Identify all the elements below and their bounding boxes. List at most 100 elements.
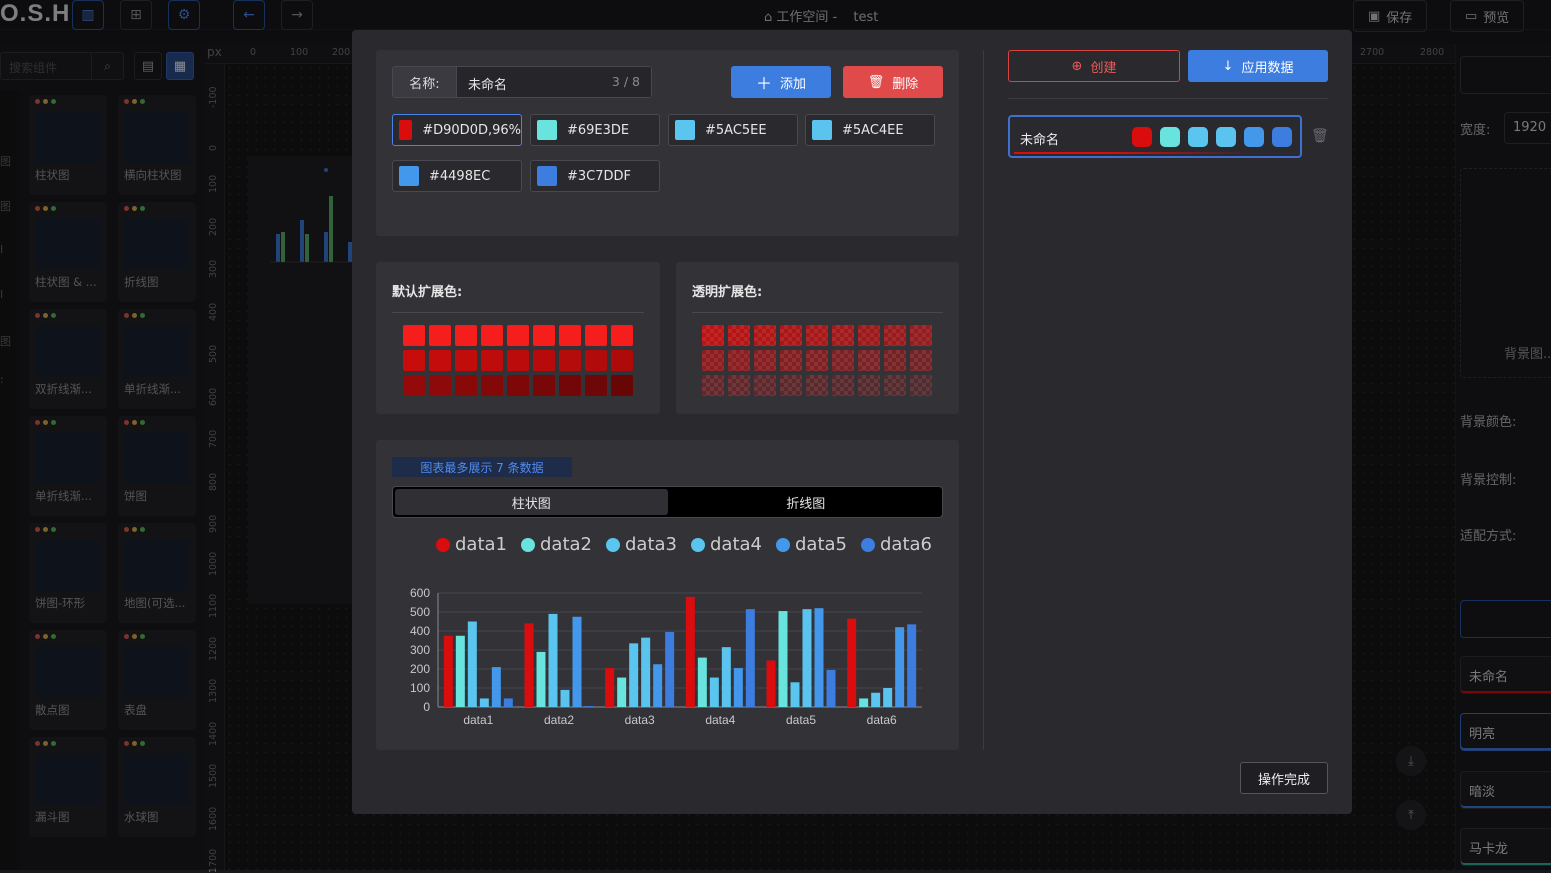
legend-item[interactable]: data3: [606, 534, 677, 555]
bar-data1-data2[interactable]: [524, 623, 534, 707]
theme-name-field[interactable]: 名称: 未命名 3 / 8: [392, 66, 652, 98]
ext-color-swatch: [403, 375, 425, 396]
ext-color-swatch: [585, 375, 607, 396]
legend-label: data6: [880, 534, 932, 555]
y-tick-label: 0: [423, 700, 430, 714]
bar-data4-data5[interactable]: [802, 609, 812, 707]
theme-item-selected[interactable]: 未命名: [1008, 115, 1302, 158]
bar-data4-data4[interactable]: [721, 647, 731, 707]
legend-dot: [521, 537, 535, 552]
ext-transparent-swatch: [910, 350, 932, 371]
bar-data3-data1[interactable]: [467, 621, 477, 708]
ext-transparent-swatch: [832, 325, 854, 346]
theme-swatch: [1188, 127, 1208, 147]
color-chip[interactable]: #3C7DDF: [530, 160, 660, 192]
ext-transparent-swatch: [910, 375, 932, 396]
bar-data1-data4[interactable]: [685, 596, 695, 707]
arrow-down-icon: ↓: [1222, 58, 1234, 74]
ext-color-swatch: [507, 350, 529, 371]
color-chip-label: #5AC5EE: [705, 122, 767, 138]
x-tick-label: data3: [625, 713, 655, 727]
bar-data4-data1[interactable]: [479, 698, 489, 707]
add-color-button[interactable]: ＋添加: [731, 66, 831, 98]
bar-data1-data6[interactable]: [847, 618, 857, 707]
bar-data5-data3[interactable]: [653, 664, 663, 707]
theme-item-name: 未命名: [1020, 133, 1060, 148]
add-square-icon: ⊕: [1071, 58, 1083, 74]
bar-data3-data2[interactable]: [548, 613, 558, 707]
x-tick-label: data1: [463, 713, 493, 727]
legend-item[interactable]: data6: [861, 534, 932, 555]
bar-data1-data3[interactable]: [605, 668, 615, 707]
trash-icon[interactable]: 🗑: [1311, 128, 1329, 144]
bar-data2-data3[interactable]: [617, 677, 627, 707]
color-chip-label: #4498EC: [429, 168, 491, 184]
done-button[interactable]: 操作完成: [1240, 762, 1328, 794]
bar-data6-data5[interactable]: [826, 669, 836, 707]
default-ext-panel: 默认扩展色:: [376, 262, 660, 414]
color-swatch: [399, 166, 419, 186]
bar-data2-data2[interactable]: [536, 651, 546, 707]
color-chip[interactable]: #5AC4EE: [805, 114, 935, 146]
legend-label: data3: [625, 534, 677, 555]
bar-data5-data1[interactable]: [491, 667, 501, 707]
bar-data4-data2[interactable]: [560, 689, 570, 707]
bar-data1-data1[interactable]: [443, 635, 453, 707]
ext-transparent-swatch: [806, 375, 828, 396]
bar-data5-data2[interactable]: [572, 616, 582, 707]
legend-item[interactable]: data5: [776, 534, 847, 555]
bar-data6-data3[interactable]: [665, 631, 675, 707]
bar-data3-data4[interactable]: [709, 677, 719, 707]
bar-data5-data4[interactable]: [733, 668, 743, 707]
legend-item[interactable]: data1: [436, 534, 507, 555]
ext-transparent-swatch: [832, 350, 854, 371]
color-chip-label: #5AC4EE: [842, 122, 904, 138]
ext-transparent-swatch: [702, 375, 724, 396]
color-chip[interactable]: #D90D0D,96%: [392, 114, 522, 146]
bar-data3-data3[interactable]: [629, 643, 639, 707]
bar-data4-data3[interactable]: [641, 637, 651, 707]
color-chip[interactable]: #5AC5EE: [668, 114, 798, 146]
bar-data3-data5[interactable]: [790, 682, 800, 707]
theme-swatch: [1216, 127, 1236, 147]
ext-transparent-swatch: [884, 325, 906, 346]
ext-transparent-swatch: [858, 350, 880, 371]
ext-color-swatch: [403, 350, 425, 371]
default-ext-swatches: [403, 325, 633, 396]
create-theme-button[interactable]: ⊕ 创建: [1008, 50, 1180, 82]
delete-color-button[interactable]: 🗑 删除: [843, 66, 943, 98]
bar-data2-data6[interactable]: [859, 698, 869, 707]
bar-data3-data6[interactable]: [871, 692, 881, 707]
bar-data5-data6[interactable]: [895, 627, 905, 707]
color-chip[interactable]: #4498EC: [392, 160, 522, 192]
bar-data6-data1[interactable]: [503, 698, 513, 707]
apply-data-button[interactable]: ↓ 应用数据: [1188, 50, 1328, 82]
bar-data4-data6[interactable]: [883, 688, 893, 707]
legend-dot: [436, 537, 450, 552]
tab-bar-chart[interactable]: 柱状图: [395, 489, 668, 515]
preview-bar-chart: 0 100 200 300 400 500 600 data1 data2 data3 data4 d…: [410, 586, 922, 727]
chart-type-tabs: 柱状图 折线图: [392, 486, 943, 518]
tab-line-chart[interactable]: 折线图: [670, 487, 943, 517]
color-swatch: [537, 166, 557, 186]
ext-transparent-swatch: [858, 375, 880, 396]
bar-data5-data5[interactable]: [814, 608, 824, 707]
bar-data1-data5[interactable]: [766, 660, 776, 707]
bar-data6-data6[interactable]: [907, 624, 917, 707]
theme-swatch: [1244, 127, 1264, 147]
bar-data2-data5[interactable]: [778, 611, 788, 707]
color-chip[interactable]: #69E3DE: [530, 114, 660, 146]
bar-data6-data2[interactable]: [584, 706, 594, 707]
bar-data6-data4[interactable]: [745, 609, 755, 707]
ext-transparent-swatch: [884, 350, 906, 371]
ext-color-swatch: [611, 350, 633, 371]
color-swatch: [537, 120, 557, 140]
transparent-ext-title: 透明扩展色:: [692, 285, 763, 300]
ext-color-swatch: [585, 325, 607, 346]
bar-data2-data1[interactable]: [455, 635, 465, 707]
name-input[interactable]: 未命名 3 / 8: [457, 67, 651, 97]
legend-item[interactable]: data2: [521, 534, 592, 555]
bar-data2-data4[interactable]: [697, 657, 707, 707]
legend-item[interactable]: data4: [691, 534, 762, 555]
ext-transparent-swatch: [754, 375, 776, 396]
